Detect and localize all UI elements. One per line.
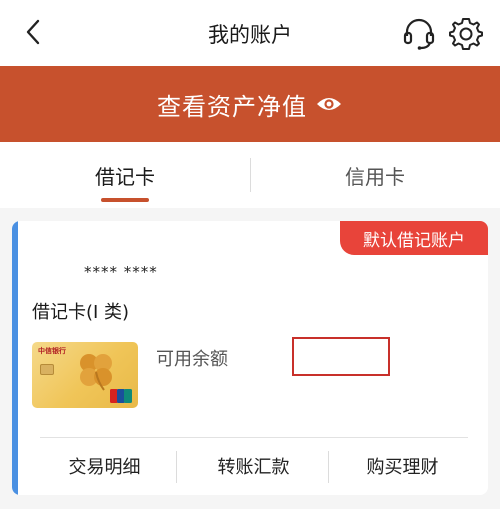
available-balance-label: 可用余额 [156, 349, 228, 370]
action-divider [176, 451, 177, 483]
buy-wealth-products-button[interactable]: 购买理财 [330, 447, 475, 485]
view-net-assets-label: 查看资产净值 [157, 92, 307, 121]
transaction-details-button[interactable]: 交易明细 [32, 447, 177, 485]
top-bar: 我的账户 [0, 0, 500, 66]
available-balance-value [292, 337, 390, 376]
transfer-button[interactable]: 转账汇款 [181, 447, 326, 485]
card-type-tabs: 借记卡 信用卡 [0, 142, 500, 208]
gear-icon [449, 18, 483, 50]
active-tab-indicator [101, 198, 149, 202]
card-type-label: 借记卡(I 类) [32, 302, 130, 323]
clover-icon [80, 354, 112, 391]
action-divider [328, 451, 329, 483]
headset-icon [403, 18, 435, 50]
card-divider [40, 437, 468, 438]
bank-name-text: 中信银行 [38, 347, 66, 355]
card-accent-bar [12, 221, 18, 495]
eye-icon[interactable] [315, 94, 343, 114]
unionpay-logo [110, 389, 132, 403]
customer-service-button[interactable] [400, 14, 438, 52]
default-account-badge: 默认借记账户 [340, 221, 488, 255]
account-card[interactable]: 默认借记账户 **** **** 借记卡(I 类) 中信银行 可用余额 交易明细… [12, 221, 488, 495]
bank-card-image: 中信银行 [32, 342, 138, 408]
tab-credit-card[interactable]: 信用卡 [250, 142, 500, 208]
view-net-assets-banner[interactable]: 查看资产净值 [0, 66, 500, 142]
card-chip [40, 364, 54, 375]
settings-button[interactable] [447, 14, 485, 52]
account-number: **** **** [84, 263, 158, 281]
